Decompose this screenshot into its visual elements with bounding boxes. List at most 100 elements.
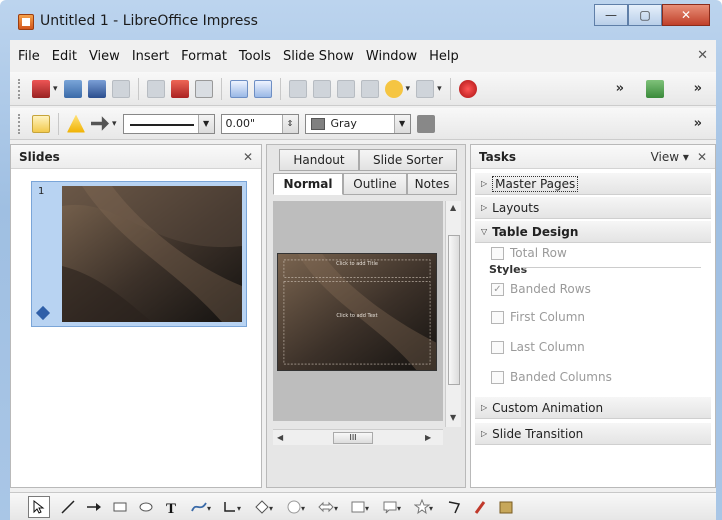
redo-dropdown-icon[interactable]: ▾ xyxy=(437,84,442,94)
vertical-scrollbar[interactable]: ▲ ▼ xyxy=(445,201,461,427)
undo-icon[interactable] xyxy=(384,79,403,98)
open-icon[interactable] xyxy=(63,79,82,98)
glue-points-icon[interactable] xyxy=(472,499,488,515)
cut-icon[interactable] xyxy=(288,79,307,98)
select-tool-icon[interactable] xyxy=(28,495,50,518)
task-section-slide-transition[interactable]: ▷ Slide Transition xyxy=(475,423,711,445)
horizontal-scroll-thumb[interactable]: III xyxy=(333,432,373,444)
autospellcheck-icon[interactable] xyxy=(253,79,272,98)
spin-buttons-icon[interactable]: ⇕ xyxy=(281,114,298,133)
tab-notes[interactable]: Notes xyxy=(407,173,457,195)
toolbar-overflow-icon-2[interactable]: » xyxy=(694,81,702,96)
edit-file-icon[interactable] xyxy=(146,79,165,98)
redo-icon[interactable] xyxy=(416,79,435,98)
banded-columns-option[interactable]: Banded Columns xyxy=(491,367,612,387)
scroll-up-icon[interactable]: ▲ xyxy=(450,203,456,212)
tab-handout[interactable]: Handout xyxy=(279,149,359,171)
menu-window[interactable]: Window xyxy=(366,49,417,64)
scroll-down-icon[interactable]: ▼ xyxy=(450,413,456,422)
close-tasks-pane-icon[interactable]: ✕ xyxy=(697,150,707,164)
maximize-button[interactable]: ▢ xyxy=(628,4,662,26)
slide-editing-canvas[interactable]: Click to add Title Click to add Text xyxy=(273,201,443,421)
banded-rows-option[interactable]: ✓ Banded Rows xyxy=(491,279,591,299)
line-tool-icon[interactable] xyxy=(60,499,76,515)
tab-slide-sorter[interactable]: Slide Sorter xyxy=(359,149,457,171)
clone-formatting-icon[interactable] xyxy=(360,79,379,98)
task-section-custom-animation[interactable]: ▷ Custom Animation xyxy=(475,397,711,419)
menu-tools[interactable]: Tools xyxy=(239,49,271,64)
chevron-down-icon[interactable]: ▼ xyxy=(393,114,410,133)
horizontal-scrollbar[interactable]: ◀ III ▶ xyxy=(273,429,443,445)
flowchart-icon[interactable]: ▾ xyxy=(350,499,372,515)
line-color-select[interactable]: Gray ▼ xyxy=(304,113,411,134)
last-column-checkbox[interactable] xyxy=(491,340,504,354)
tab-outline[interactable]: Outline xyxy=(343,173,407,195)
paste-icon[interactable] xyxy=(336,79,355,98)
vertical-scroll-thumb[interactable] xyxy=(448,235,460,385)
text-tool-icon[interactable]: T xyxy=(164,499,180,515)
new-document-icon[interactable] xyxy=(32,79,50,98)
copy-icon[interactable] xyxy=(312,79,331,98)
menu-edit[interactable]: Edit xyxy=(52,49,77,64)
minimize-button[interactable]: — xyxy=(594,4,628,26)
ellipse-tool-icon[interactable] xyxy=(138,499,154,515)
save-icon[interactable] xyxy=(87,79,106,98)
task-section-layouts[interactable]: ▷ Layouts xyxy=(475,197,711,219)
toolbar-overflow-icon-3[interactable]: » xyxy=(694,116,702,131)
title-placeholder[interactable]: Click to add Title xyxy=(277,261,437,267)
slide-thumbnail-selected[interactable]: 1 xyxy=(31,181,247,327)
shadow-icon[interactable] xyxy=(416,114,435,133)
menu-file[interactable]: File xyxy=(18,49,40,64)
task-section-master-pages[interactable]: ▷ Master Pages xyxy=(475,173,711,195)
title-bar[interactable]: Untitled 1 - LibreOffice Impress — ▢ ✕ xyxy=(0,0,722,40)
task-section-table-design[interactable]: ▽ Table Design xyxy=(475,221,711,243)
first-column-checkbox[interactable] xyxy=(491,310,504,324)
banded-rows-checkbox[interactable]: ✓ xyxy=(491,282,504,296)
scroll-right-icon[interactable]: ▶ xyxy=(425,433,431,442)
callouts-icon[interactable]: ▾ xyxy=(382,499,404,515)
menu-view[interactable]: View xyxy=(89,49,120,64)
print-icon[interactable] xyxy=(194,79,213,98)
line-style-select[interactable]: ▼ xyxy=(122,113,215,134)
close-document-button[interactable]: ✕ xyxy=(697,48,708,63)
new-dropdown-icon[interactable]: ▾ xyxy=(53,84,58,94)
points-icon[interactable] xyxy=(446,499,462,515)
text-placeholder[interactable]: Click to add Text xyxy=(277,313,437,319)
first-column-option[interactable]: First Column xyxy=(491,307,585,327)
menu-slide-show[interactable]: Slide Show xyxy=(283,49,354,64)
line-width-field[interactable]: 0.00" ⇕ xyxy=(220,113,299,134)
chevron-down-icon[interactable]: ▼ xyxy=(197,114,214,133)
tab-normal[interactable]: Normal xyxy=(273,173,343,195)
color-bar-icon[interactable] xyxy=(458,79,477,98)
menu-help[interactable]: Help xyxy=(429,49,459,64)
fontwork-icon[interactable] xyxy=(498,499,514,515)
symbol-shapes-icon[interactable]: ▾ xyxy=(286,499,308,515)
menu-insert[interactable]: Insert xyxy=(132,49,169,64)
slide-layout-icon[interactable] xyxy=(32,114,50,133)
arrow-line-tool-icon[interactable] xyxy=(86,499,102,515)
scroll-left-icon[interactable]: ◀ xyxy=(277,433,283,442)
undo-dropdown-icon[interactable]: ▾ xyxy=(406,84,411,94)
toolbar-grip[interactable] xyxy=(18,78,22,99)
arrow-style-icon[interactable] xyxy=(91,116,109,131)
impress-app-icon[interactable] xyxy=(18,14,34,30)
close-window-button[interactable]: ✕ xyxy=(662,4,710,26)
chart-icon[interactable] xyxy=(646,79,664,98)
spellcheck-icon[interactable] xyxy=(229,79,248,98)
close-slides-pane-icon[interactable]: ✕ xyxy=(243,150,253,164)
arrow-dropdown-icon[interactable]: ▾ xyxy=(112,119,117,129)
toolbar-overflow-icon[interactable]: » xyxy=(616,81,624,96)
toolbar-grip[interactable] xyxy=(18,113,22,134)
email-icon[interactable] xyxy=(111,79,130,98)
slide-canvas[interactable] xyxy=(277,253,437,371)
curve-tool-icon[interactable]: ▾ xyxy=(190,499,212,515)
export-pdf-icon[interactable] xyxy=(170,79,189,98)
basic-shapes-icon[interactable]: ▾ xyxy=(254,499,276,515)
last-column-option[interactable]: Last Column xyxy=(491,337,585,357)
tasks-view-menu[interactable]: View ▾ xyxy=(651,150,689,164)
rectangle-tool-icon[interactable] xyxy=(112,499,128,515)
total-row-option[interactable]: Total Row xyxy=(491,243,567,263)
block-arrows-icon[interactable]: ▾ xyxy=(318,499,340,515)
menu-format[interactable]: Format xyxy=(181,49,227,64)
banded-columns-checkbox[interactable] xyxy=(491,370,504,384)
